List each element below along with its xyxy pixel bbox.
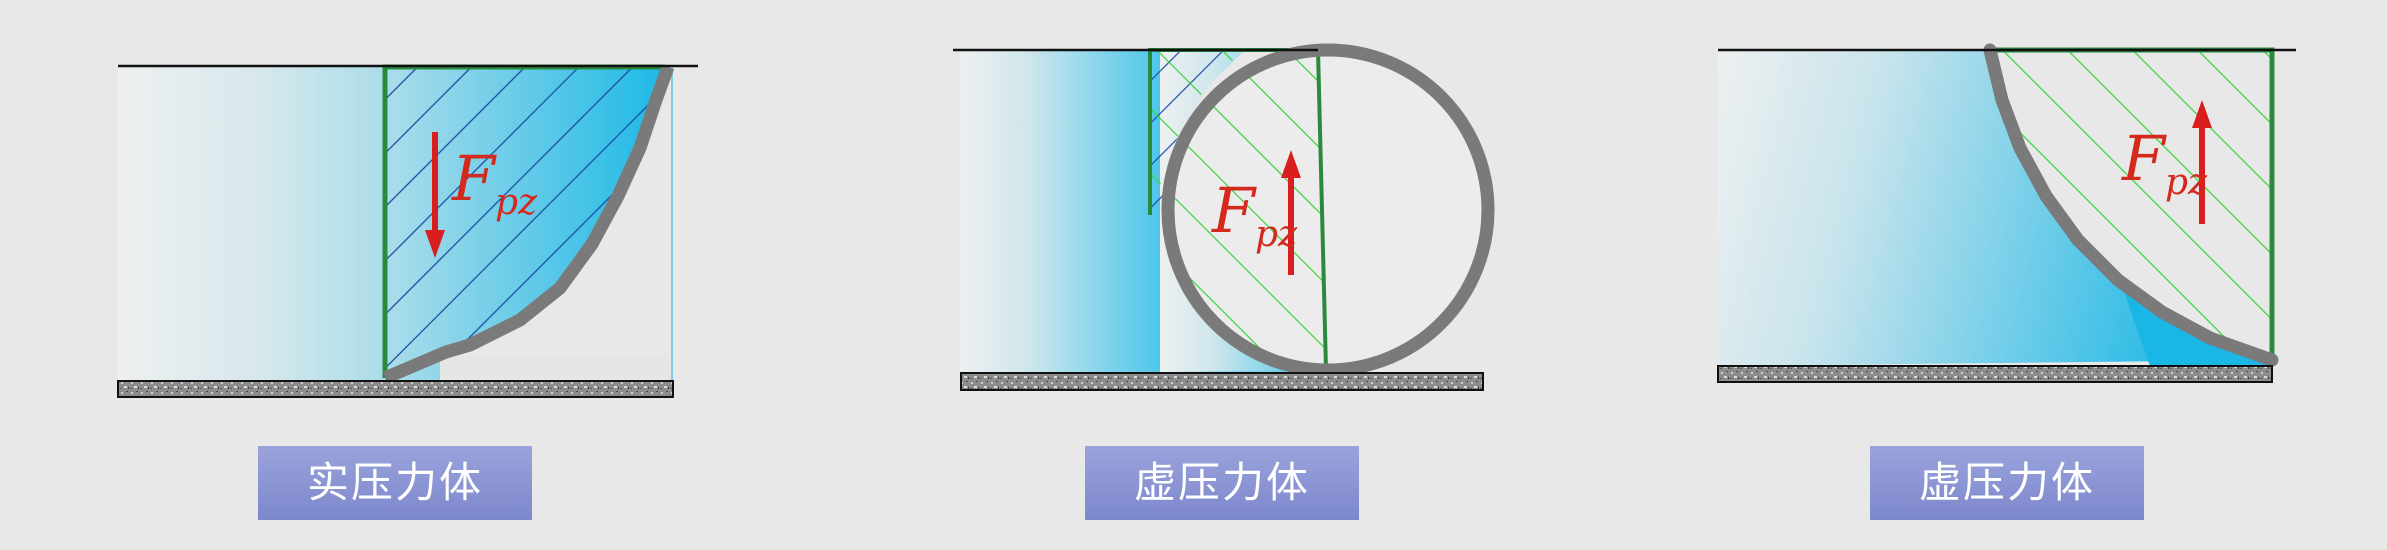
panel-2: Fpz (953, 43, 1495, 391)
caption-virtual-pressure-body-2: 虚压力体 (1870, 446, 2144, 520)
ground-strip (117, 380, 674, 398)
ground-strip (960, 372, 1484, 391)
panel-1: Fpz (117, 64, 698, 398)
dry-region (440, 356, 672, 381)
ground-strip (1717, 365, 2273, 383)
water-body (960, 50, 1160, 372)
panel-3: Fpz (1717, 43, 2296, 383)
caption-virtual-pressure-body-1: 虚压力体 (1085, 446, 1359, 520)
caption-real-pressure-body: 实压力体 (258, 446, 532, 520)
